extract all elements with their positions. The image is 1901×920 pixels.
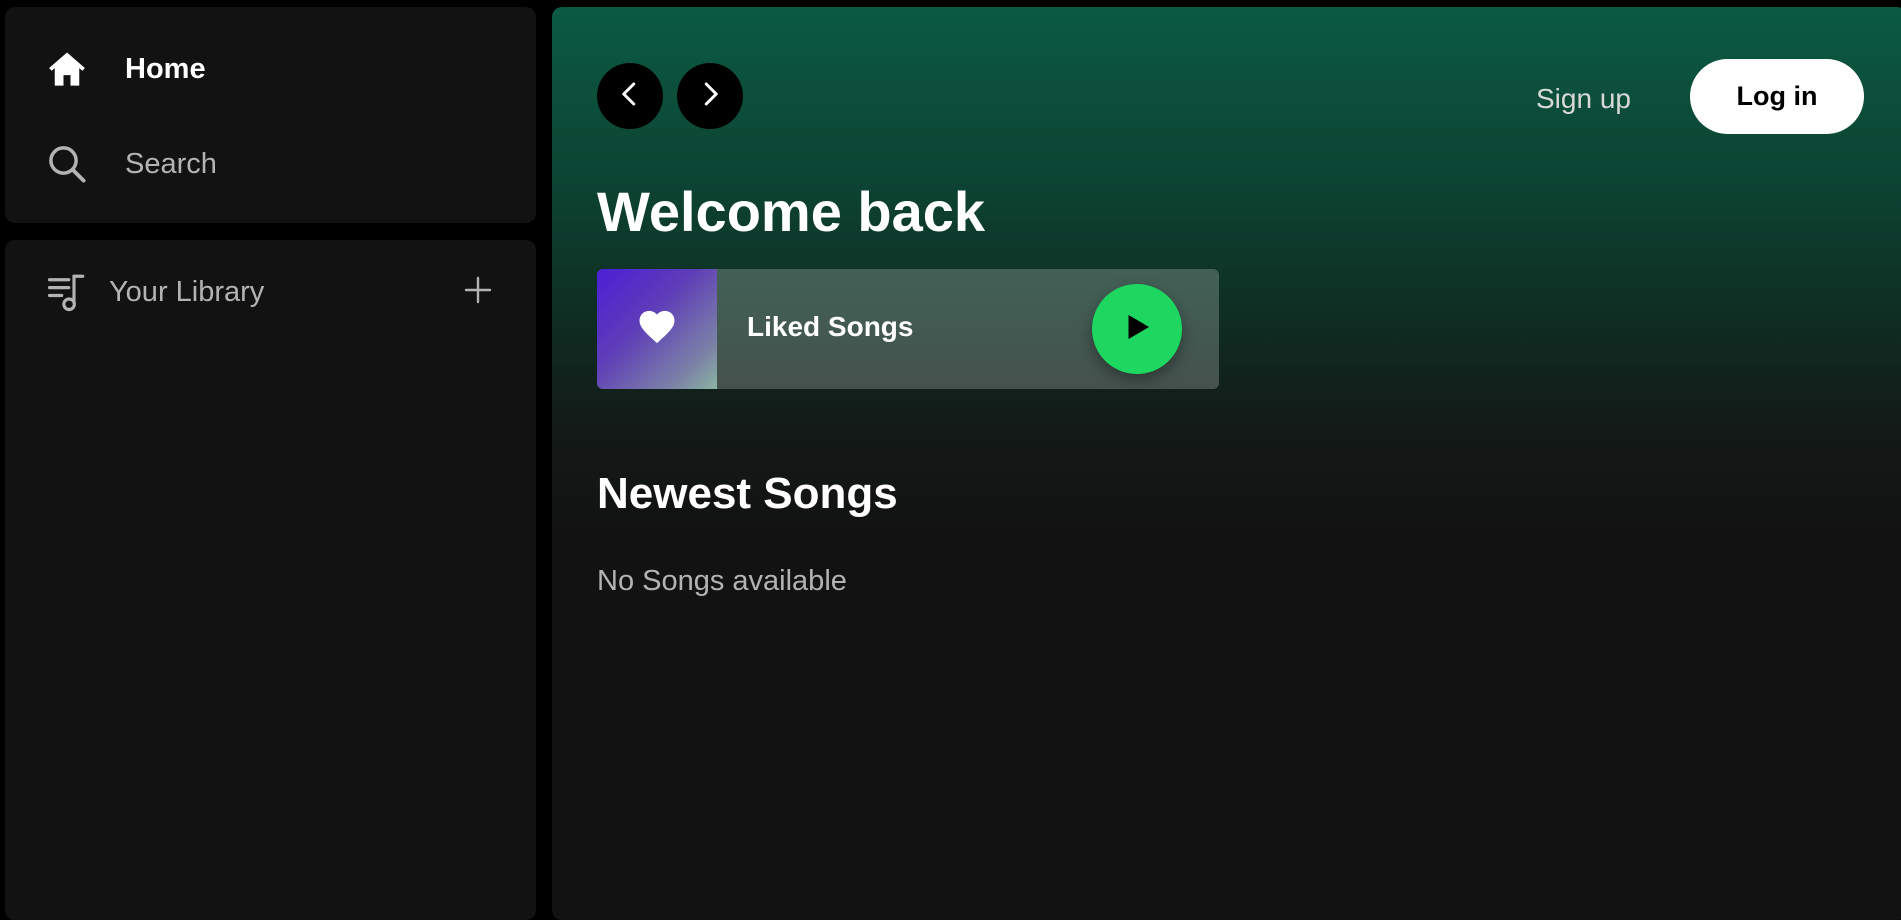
- log-in-button[interactable]: Log in: [1690, 59, 1864, 134]
- sidebar-item-label: Home: [125, 52, 206, 85]
- sidebar-item-search[interactable]: Search: [45, 142, 217, 186]
- create-playlist-button[interactable]: [456, 270, 500, 314]
- sign-up-link[interactable]: Sign up: [1536, 83, 1631, 115]
- plus-icon: [462, 274, 494, 311]
- chevron-left-icon: [615, 79, 645, 114]
- library-header: Your Library: [45, 270, 500, 314]
- library-label[interactable]: Your Library: [109, 276, 264, 309]
- liked-songs-art: [597, 269, 717, 389]
- home-icon: [45, 47, 89, 91]
- library-panel: Your Library: [5, 240, 536, 920]
- play-icon: [1120, 310, 1154, 349]
- library-icon[interactable]: [45, 270, 89, 314]
- sidebar-nav-panel: Home Search: [5, 7, 536, 223]
- search-icon: [45, 142, 89, 186]
- main-content: Sign up Log in Welcome back Liked Songs …: [552, 7, 1901, 920]
- back-button[interactable]: [597, 63, 663, 129]
- liked-songs-card[interactable]: Liked Songs: [597, 269, 1219, 389]
- liked-songs-label: Liked Songs: [747, 311, 914, 342]
- chevron-right-icon: [695, 79, 725, 114]
- page-title: Welcome back: [597, 180, 986, 243]
- play-button[interactable]: [1092, 284, 1182, 374]
- empty-state-message: No Songs available: [597, 565, 847, 597]
- sidebar-item-home[interactable]: Home: [45, 47, 206, 91]
- heart-icon: [636, 306, 678, 353]
- newest-songs-heading: Newest Songs: [597, 469, 898, 518]
- sidebar-item-label: Search: [125, 147, 217, 180]
- forward-button[interactable]: [677, 63, 743, 129]
